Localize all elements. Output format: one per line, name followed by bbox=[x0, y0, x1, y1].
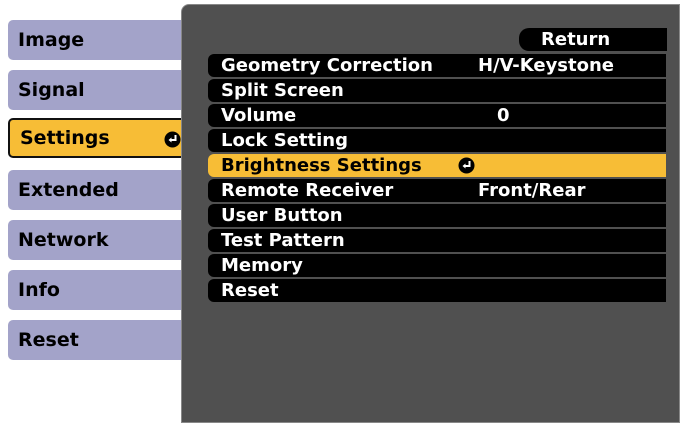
tab-signal[interactable]: Signal bbox=[8, 70, 195, 110]
return-label: Return bbox=[541, 29, 611, 50]
tab-label: Reset bbox=[18, 329, 79, 351]
tab-label: Extended bbox=[18, 179, 119, 201]
menu-item-reset[interactable]: Reset bbox=[208, 279, 666, 302]
tab-label: Info bbox=[18, 279, 60, 301]
tab-info[interactable]: Info bbox=[8, 270, 195, 310]
menu-item-label: Volume bbox=[221, 105, 297, 126]
tab-label: Settings bbox=[20, 127, 110, 149]
tab-reset[interactable]: Reset bbox=[8, 320, 195, 360]
menu-item-remote-receiver[interactable]: Remote Receiver Front/Rear bbox=[208, 179, 666, 202]
enter-arrow-icon bbox=[164, 131, 181, 148]
menu-item-label: Remote Receiver bbox=[221, 180, 394, 201]
return-button[interactable]: Return bbox=[519, 28, 667, 51]
menu-item-label: Split Screen bbox=[221, 80, 344, 101]
menu-item-volume[interactable]: Volume 0 bbox=[208, 104, 666, 127]
menu-item-label: User Button bbox=[221, 205, 343, 226]
tab-extended[interactable]: Extended bbox=[8, 170, 195, 210]
menu-tabs: Image Signal Settings Extended Network I… bbox=[0, 0, 200, 423]
menu-item-label: Test Pattern bbox=[221, 230, 345, 251]
menu-item-geometry-correction[interactable]: Geometry Correction H/V-Keystone bbox=[208, 54, 666, 77]
menu-item-brightness-settings[interactable]: Brightness Settings bbox=[208, 154, 666, 177]
menu-item-value: 0 bbox=[497, 105, 510, 126]
tab-label: Image bbox=[18, 29, 85, 51]
menu-item-memory[interactable]: Memory bbox=[208, 254, 666, 277]
menu-item-value: H/V-Keystone bbox=[478, 55, 615, 76]
tab-image[interactable]: Image bbox=[8, 20, 195, 60]
tab-network[interactable]: Network bbox=[8, 220, 195, 260]
menu-item-label: Geometry Correction bbox=[221, 55, 433, 76]
menu-item-split-screen[interactable]: Split Screen bbox=[208, 79, 666, 102]
tab-settings[interactable]: Settings bbox=[8, 118, 195, 158]
menu-item-test-pattern[interactable]: Test Pattern bbox=[208, 229, 666, 252]
menu-item-user-button[interactable]: User Button bbox=[208, 204, 666, 227]
menu-item-value: Front/Rear bbox=[478, 180, 586, 201]
enter-arrow-icon bbox=[458, 157, 475, 174]
menu-item-label: Brightness Settings bbox=[221, 155, 422, 176]
menu-item-lock-setting[interactable]: Lock Setting bbox=[208, 129, 666, 152]
menu-item-label: Lock Setting bbox=[221, 130, 348, 151]
menu-item-label: Reset bbox=[221, 280, 279, 301]
menu-item-label: Memory bbox=[221, 255, 303, 276]
tab-label: Network bbox=[18, 229, 109, 251]
tab-label: Signal bbox=[18, 79, 85, 101]
